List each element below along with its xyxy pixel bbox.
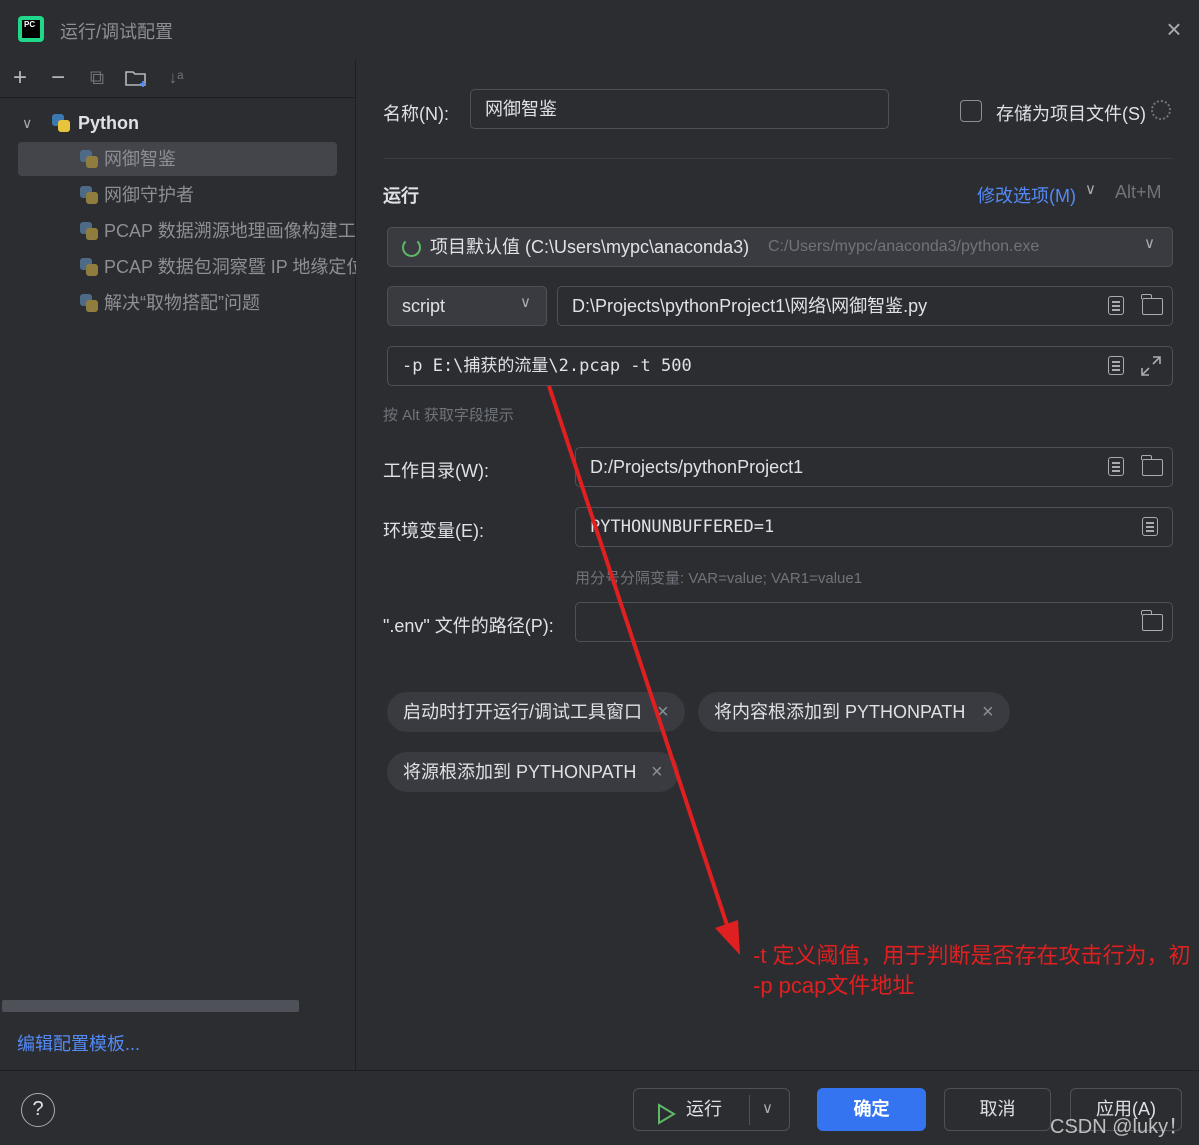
watermark: CSDN @luky！ bbox=[1050, 1116, 1189, 1138]
play-icon bbox=[656, 1099, 676, 1139]
divider bbox=[749, 1095, 750, 1125]
ok-button[interactable]: 确定 bbox=[817, 1088, 926, 1131]
run-button[interactable]: 运行 ∨ bbox=[633, 1088, 790, 1131]
chevron-down-icon[interactable]: ∨ bbox=[762, 1089, 773, 1129]
help-button[interactable]: ? bbox=[21, 1093, 55, 1127]
annotation-line: -t 定义阈值，用于判断是否存在攻击行为，初 bbox=[753, 943, 1191, 968]
cancel-button[interactable]: 取消 bbox=[944, 1088, 1051, 1131]
annotation-line: -p pcap文件地址 bbox=[753, 973, 915, 998]
dialog-button-bar: ? 运行 ∨ 确定 取消 应用(A) bbox=[0, 1070, 1199, 1145]
annotation-text: -t 定义阈值，用于判断是否存在攻击行为，初 -p pcap文件地址 bbox=[753, 941, 1191, 1001]
run-button-label: 运行 bbox=[686, 1099, 722, 1119]
